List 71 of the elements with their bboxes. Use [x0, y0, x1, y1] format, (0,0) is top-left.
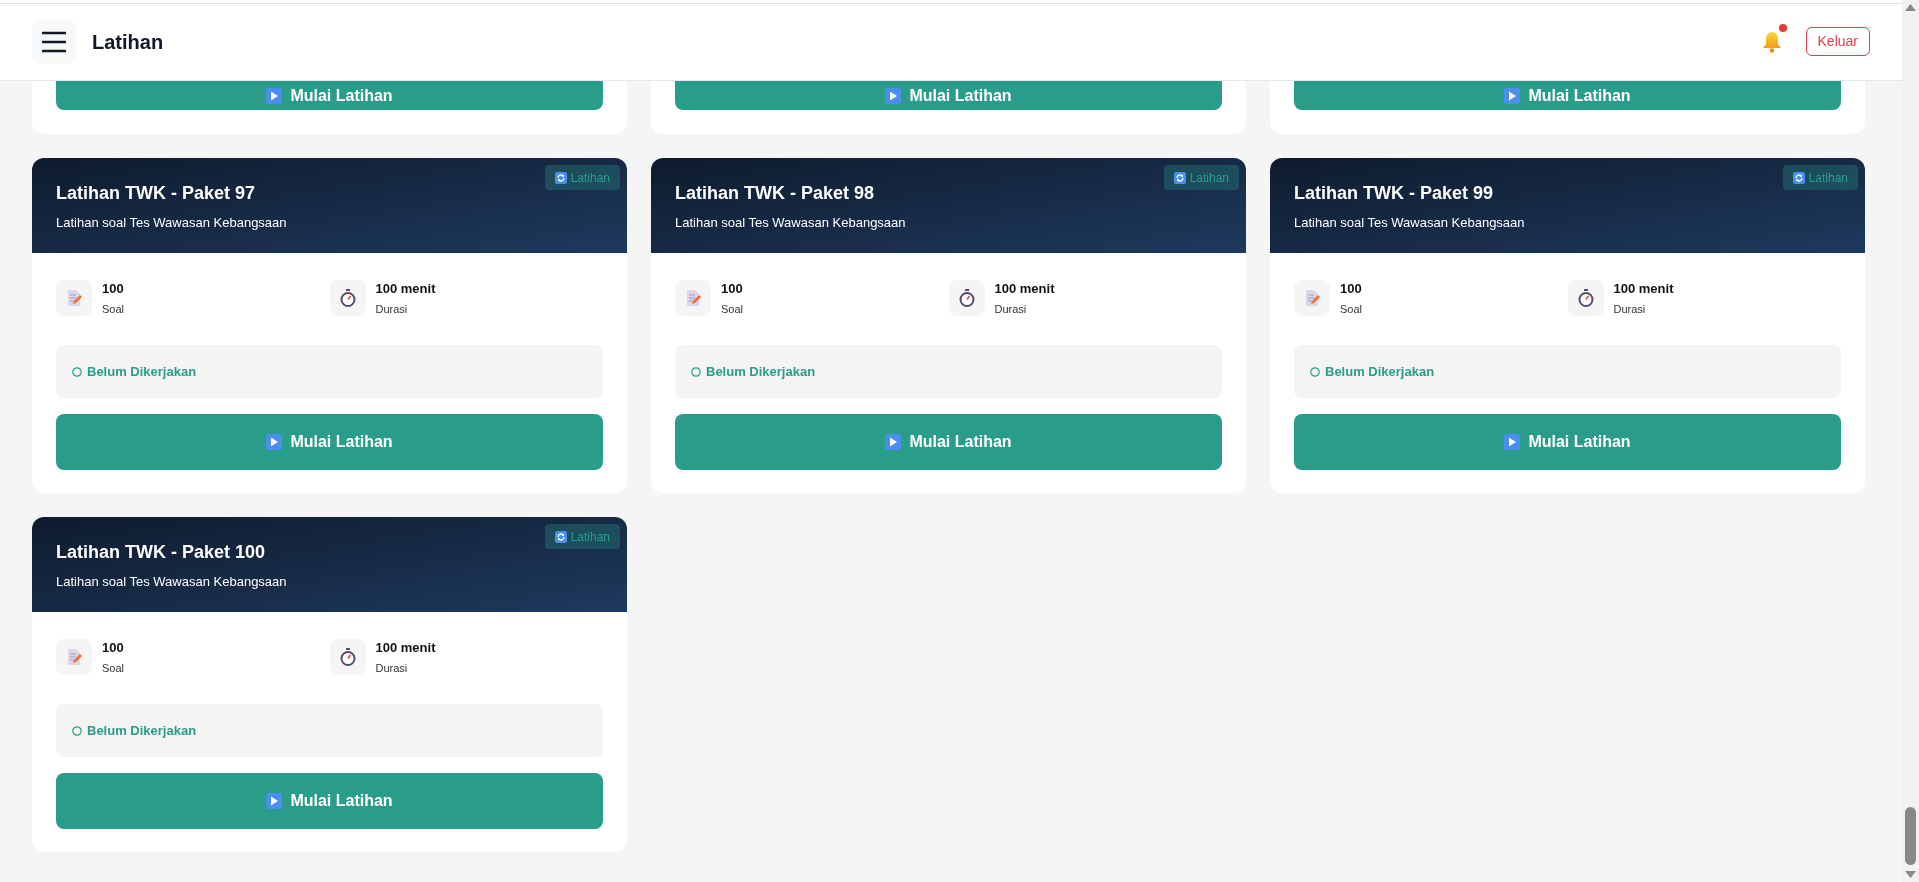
refresh-icon — [1173, 171, 1186, 184]
play-icon — [266, 434, 283, 450]
play-icon — [266, 87, 283, 104]
refresh-icon — [554, 171, 567, 184]
document-pencil-icon — [65, 288, 83, 307]
stopwatch-icon — [339, 288, 356, 307]
card-title: Latihan TWK - Paket 100 — [56, 541, 267, 564]
status-label: Belum Dikerjakan — [706, 362, 816, 381]
stat-label: Durasi — [375, 660, 409, 676]
stat-value: 100 menit — [1613, 279, 1674, 298]
start-button[interactable]: Mulai Latihan — [1294, 414, 1841, 470]
card-title: Latihan TWK - Paket 97 — [56, 182, 257, 205]
bell-icon[interactable] — [1761, 30, 1782, 53]
document-pencil-icon — [1303, 288, 1321, 307]
card-subtitle: Latihan soal Tes Wawasan Kebangsaan — [56, 573, 288, 591]
stat-value: 100 — [721, 279, 744, 298]
play-icon — [885, 434, 902, 450]
stat-label: Soal — [102, 660, 125, 676]
card-title: Latihan TWK - Paket 99 — [1294, 182, 1495, 205]
start-button[interactable]: Mulai Latihan — [1294, 81, 1841, 110]
status-label: Belum Dikerjakan — [1325, 362, 1435, 381]
document-pencil-icon — [65, 647, 83, 666]
card-subtitle: Latihan soal Tes Wawasan Kebangsaan — [1294, 214, 1526, 232]
stopwatch-icon — [958, 288, 975, 307]
stat-value: 100 — [1340, 279, 1363, 298]
circle-icon — [691, 366, 701, 377]
circle-icon — [1310, 366, 1320, 377]
card-title: Latihan TWK - Paket 98 — [675, 182, 876, 205]
scroll-down-icon[interactable] — [1905, 871, 1916, 878]
badge-label: Latihan — [1808, 169, 1848, 187]
play-icon — [885, 87, 902, 104]
page-title: Latihan — [92, 29, 164, 55]
play-icon — [1504, 87, 1521, 104]
circle-icon — [72, 366, 82, 377]
logout-button[interactable]: Keluar — [1805, 27, 1870, 56]
scrollbar-thumb[interactable] — [1905, 807, 1916, 865]
start-button[interactable]: Mulai Latihan — [56, 414, 603, 470]
start-button[interactable]: Mulai Latihan — [56, 773, 603, 829]
badge-label: Latihan — [1189, 169, 1229, 187]
badge-label: Latihan — [570, 169, 610, 187]
badge-label: Latihan — [570, 528, 610, 546]
stopwatch-icon — [339, 647, 356, 666]
start-button[interactable]: Mulai Latihan — [56, 81, 603, 110]
stat-label: Soal — [102, 301, 125, 317]
scroll-up-icon[interactable] — [1905, 4, 1916, 11]
start-button[interactable]: Mulai Latihan — [675, 81, 1222, 110]
start-button[interactable]: Mulai Latihan — [675, 414, 1222, 470]
stat-value: 100 menit — [994, 279, 1055, 298]
play-icon — [1504, 434, 1521, 450]
stat-label: Durasi — [994, 301, 1028, 317]
refresh-icon — [1792, 171, 1805, 184]
document-pencil-icon — [684, 288, 702, 307]
stat-value: 100 — [102, 638, 125, 657]
stat-label: Durasi — [375, 301, 409, 317]
stat-label: Durasi — [1613, 301, 1647, 317]
status-label: Belum Dikerjakan — [87, 362, 197, 381]
refresh-icon — [554, 530, 567, 543]
stat-label: Soal — [1340, 301, 1363, 317]
stat-value: 100 — [102, 279, 125, 298]
card-subtitle: Latihan soal Tes Wawasan Kebangsaan — [675, 214, 907, 232]
menu-icon — [42, 30, 66, 53]
play-icon — [266, 793, 283, 809]
stat-value: 100 menit — [375, 638, 436, 657]
stopwatch-icon — [1577, 288, 1594, 307]
stat-value: 100 menit — [375, 279, 436, 298]
menu-button[interactable] — [32, 19, 76, 64]
circle-icon — [72, 725, 82, 736]
card-subtitle: Latihan soal Tes Wawasan Kebangsaan — [56, 214, 288, 232]
status-label: Belum Dikerjakan — [87, 721, 197, 740]
scrollbar[interactable] — [1902, 0, 1919, 882]
stat-label: Soal — [721, 301, 744, 317]
